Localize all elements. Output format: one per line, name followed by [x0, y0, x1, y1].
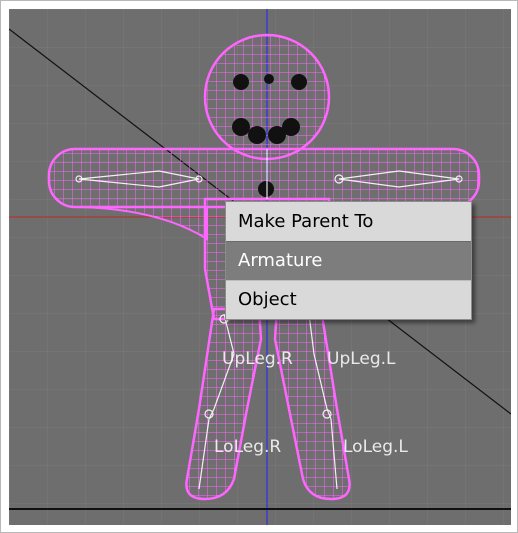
figure-frame: UpLeg.R UpLeg.L LoLeg.R LoLeg.L Make Par… — [0, 0, 518, 533]
menu-item-object[interactable]: Object — [226, 280, 471, 319]
bone-label-loleg-r: LoLeg.R — [214, 437, 282, 457]
make-parent-menu: Make Parent To Armature Object — [225, 201, 472, 320]
menu-title: Make Parent To — [226, 202, 471, 241]
bone-label-upleg-l: UpLeg.L — [327, 349, 396, 369]
bone-label-loleg-l: LoLeg.L — [343, 437, 408, 457]
menu-item-armature[interactable]: Armature — [226, 241, 471, 280]
bone-label-upleg-r: UpLeg.R — [222, 349, 293, 369]
